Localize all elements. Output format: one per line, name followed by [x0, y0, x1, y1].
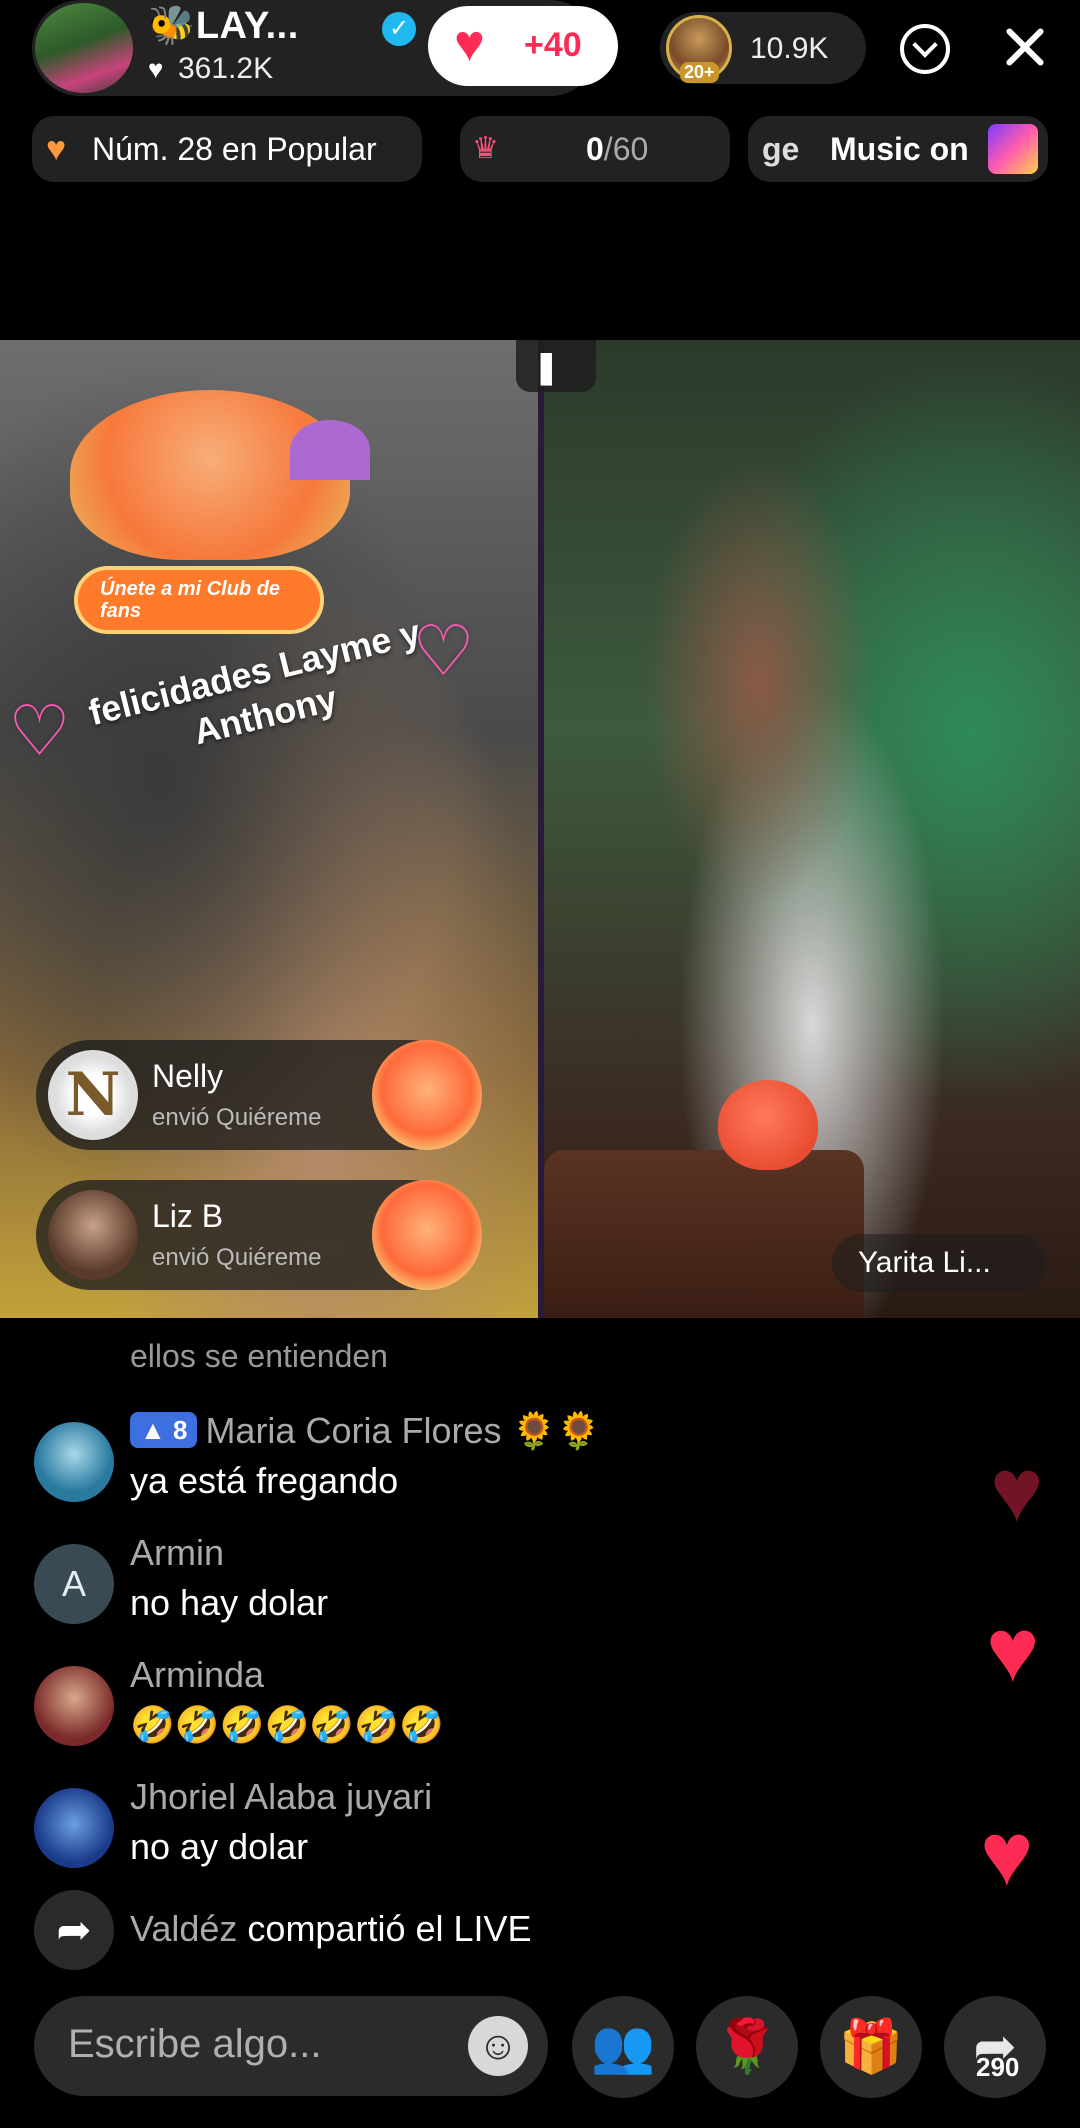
rose-icon: 🌹: [714, 2018, 780, 2076]
host-name: 🐝LAY...: [148, 5, 299, 47]
viewer-rank-badge: 20+: [680, 62, 719, 83]
share-arrow-icon: ➦: [34, 1890, 114, 1970]
fan-club-mascot[interactable]: [70, 390, 370, 560]
gift-notification[interactable]: Liz B envió Quiéreme: [36, 1180, 482, 1290]
comment-item[interactable]: A Armin no hay dolar: [34, 1532, 934, 1636]
host-likes-count: 361.2K: [178, 52, 274, 85]
commenter-avatar[interactable]: [34, 1666, 114, 1746]
share-event-text: Valdéz compartió el LIVE: [130, 1908, 532, 1950]
gift-action: envió Quiéreme: [152, 1104, 322, 1131]
host-avatar[interactable]: [32, 0, 136, 96]
share-action: compartió el LIVE: [247, 1908, 532, 1949]
battle-bars-tab[interactable]: |||: [516, 340, 596, 392]
heart-icon: ♥: [148, 54, 164, 84]
like-button[interactable]: ♥ +40: [428, 6, 618, 86]
popular-rank-pill[interactable]: ♥ Núm. 28 en Popular: [32, 116, 422, 182]
commenter-avatar[interactable]: A: [34, 1544, 114, 1624]
comment-item[interactable]: Arminda 🤣🤣🤣🤣🤣🤣🤣: [34, 1654, 934, 1758]
music-label: Music on: [830, 131, 969, 167]
viewers-pill[interactable]: 20+ 10.9K: [660, 12, 866, 84]
gift-mascot-icon: [372, 1040, 482, 1150]
sender-avatar: N: [48, 1050, 138, 1140]
emoji-icon[interactable]: ☺: [468, 2016, 528, 2076]
comment-message: ya está fregando: [130, 1460, 399, 1501]
comment-item[interactable]: ▲ 8 Maria Coria Flores 🌻🌻 ya está fregand…: [34, 1410, 934, 1514]
floating-heart-icon: ♥: [990, 1441, 1044, 1541]
share-count: 290: [976, 2052, 1020, 2082]
comment-message: no ay dolar: [130, 1826, 309, 1867]
fan-icon: [290, 420, 370, 480]
comment-message: no hay dolar: [130, 1582, 329, 1623]
commenter-name-text: Maria Coria Flores 🌻🌻: [205, 1410, 602, 1451]
commenter-name: ▲ 8 Maria Coria Flores 🌻🌻: [130, 1410, 601, 1452]
broken-heart-icon: ♥: [46, 130, 67, 168]
heart-icon: ♥: [454, 15, 485, 73]
music-box-icon: [988, 124, 1038, 174]
heart-sticker-icon: ♡: [8, 692, 71, 770]
goal-progress: 0/60: [586, 116, 648, 182]
floating-heart-icon: ♥: [986, 1601, 1040, 1701]
chevron-down-icon[interactable]: [900, 24, 950, 74]
commenter-avatar[interactable]: [34, 1788, 114, 1868]
commenter-name: Armin: [130, 1532, 225, 1573]
join-fan-club-button[interactable]: Únete a mi Club de fans: [74, 566, 324, 634]
comment-message: 🤣🤣🤣🤣🤣🤣🤣: [130, 1704, 444, 1745]
share-user: Valdéz: [130, 1908, 238, 1949]
host-info-pill[interactable]: 🐝LAY... ✓ ♥ 361.2K ♥ +40: [32, 0, 618, 96]
gift-notification[interactable]: N Nelly envió Quiéreme: [36, 1040, 482, 1150]
goal-icon: ♛: [472, 132, 499, 165]
goal-pill[interactable]: ♛ 0/60: [460, 116, 730, 182]
level-badge: ▲ 8: [130, 1412, 198, 1448]
comment-item[interactable]: Jhoriel Alaba juyari no ay dolar: [34, 1776, 934, 1880]
viewer-count: 10.9K: [750, 32, 829, 65]
commenter-avatar[interactable]: [34, 1422, 114, 1502]
cake-image: [544, 1150, 864, 1318]
pane-divider: [538, 340, 544, 1318]
floating-heart-icon: ♥: [980, 1805, 1034, 1905]
verified-badge-icon: ✓: [382, 12, 416, 46]
heart-sticker-icon: ♡: [412, 612, 475, 690]
gift-mascot-icon: [372, 1180, 482, 1290]
people-icon: 👥: [590, 2018, 656, 2076]
share-event-item: ➦ Valdéz compartió el LIVE: [34, 1890, 934, 1970]
faded-comment: ellos se entienden: [130, 1338, 388, 1374]
multi-guest-button[interactable]: 👥: [572, 1996, 674, 2098]
sender-avatar: [48, 1190, 138, 1280]
level-number: 8: [172, 1415, 188, 1445]
commenter-name: Jhoriel Alaba juyari: [130, 1776, 433, 1817]
comment-input-placeholder: Escribe algo...: [68, 2022, 322, 2066]
guest-name-tag[interactable]: Yarita Li...: [832, 1234, 1046, 1292]
like-button-label: +40: [524, 26, 582, 64]
gift-button[interactable]: 🎁: [820, 1996, 922, 2098]
commenter-name: Arminda: [130, 1654, 265, 1695]
gift-box-icon: 🎁: [838, 2018, 904, 2076]
popular-rank-label: Núm. 28 en Popular: [92, 131, 377, 167]
rose-gift-button[interactable]: 🌹: [696, 1996, 798, 2098]
music-pill[interactable]: ge Music on: [748, 116, 1048, 182]
goal-current: 0: [586, 131, 604, 167]
goal-total: /60: [603, 131, 649, 167]
gift-sender-name: Liz B: [152, 1198, 224, 1234]
strawberry-image: [718, 1080, 818, 1170]
gift-action: envió Quiéreme: [152, 1244, 322, 1271]
close-icon[interactable]: [998, 20, 1052, 74]
bars-icon: |||: [538, 348, 554, 386]
comment-input[interactable]: Escribe algo... ☺: [34, 1996, 548, 2096]
gift-sender-name: Nelly: [152, 1058, 224, 1094]
marquee-text-fragment: ge: [762, 131, 800, 167]
